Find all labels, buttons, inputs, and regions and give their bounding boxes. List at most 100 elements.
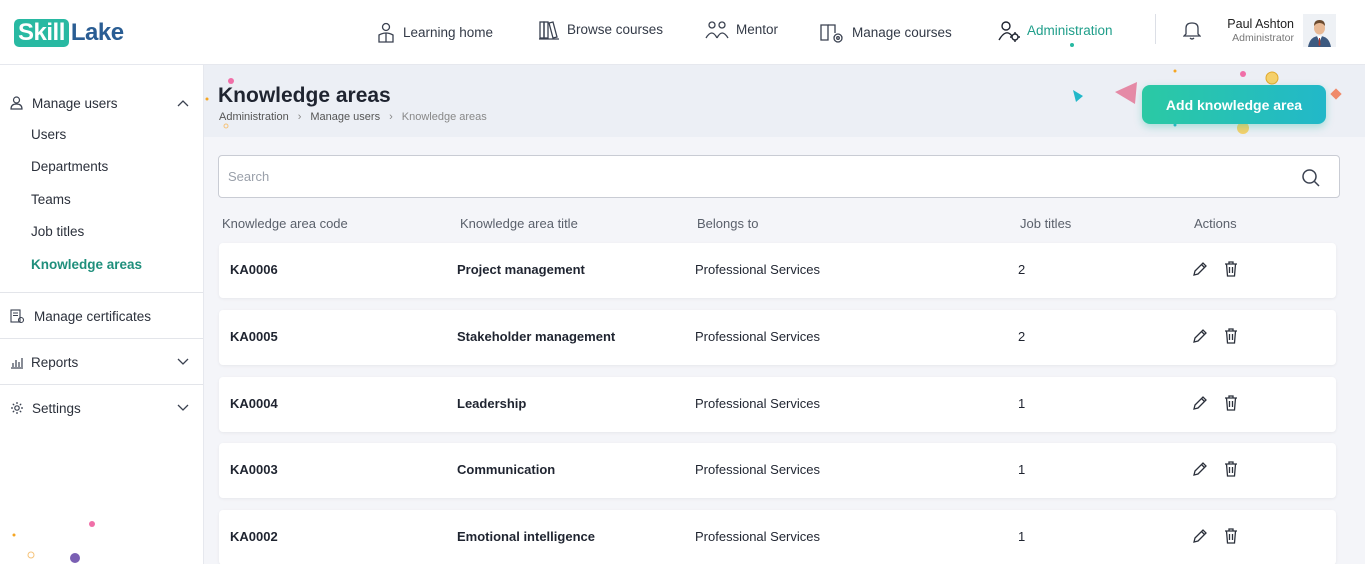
table-row[interactable]: KA0004 Leadership Professional Services … [219, 377, 1336, 432]
sidebar-settings[interactable]: Settings [0, 399, 203, 417]
sidebar-manage-users[interactable]: Manage users [0, 94, 203, 112]
edit-icon[interactable] [1192, 528, 1208, 544]
cell-belongs-to: Professional Services [695, 396, 820, 411]
reports-icon [11, 357, 23, 369]
sidebar-item-departments[interactable]: Departments [31, 159, 108, 174]
sidebar-section-label: Manage users [32, 95, 118, 111]
breadcrumb-manage-users[interactable]: Manage users [310, 111, 380, 123]
cell-code: KA0004 [230, 396, 278, 411]
breadcrumb-separator: › [389, 111, 393, 123]
sidebar-item-job-titles[interactable]: Job titles [31, 224, 84, 239]
nav-label: Mentor [736, 22, 779, 37]
chevron-down-icon[interactable] [177, 358, 189, 366]
nav-browse-courses[interactable]: Browse courses [538, 0, 663, 62]
sidebar-section-label: Manage certificates [34, 308, 152, 324]
cell-belongs-to: Professional Services [695, 329, 820, 344]
sidebar-manage-certificates[interactable]: Manage certificates [0, 307, 203, 325]
cell-job-titles: 1 [1018, 462, 1026, 477]
skilllake-logo[interactable]: Skill Lake [14, 19, 124, 47]
edit-icon[interactable] [1192, 395, 1208, 411]
mentor-icon [705, 20, 729, 38]
cell-job-titles: 1 [1018, 396, 1026, 411]
nav-manage-courses[interactable]: Manage courses [820, 0, 952, 65]
user-role: Administrator [1232, 32, 1294, 44]
user-name[interactable]: Paul Ashton [1227, 17, 1294, 31]
cell-title: Communication [457, 462, 556, 477]
sidebar-divider [0, 384, 203, 385]
cell-title: Project management [457, 262, 585, 277]
delete-icon[interactable] [1224, 261, 1238, 277]
cell-title: Leadership [457, 396, 527, 411]
nav-learning-home[interactable]: Learning home [376, 0, 493, 65]
top-bar: Skill Lake Learning home Browse courses M… [0, 0, 1365, 65]
cell-job-titles: 2 [1018, 262, 1026, 277]
manage-courses-icon [820, 23, 843, 43]
edit-icon[interactable] [1192, 461, 1208, 477]
books-icon [539, 20, 559, 40]
column-header-title[interactable]: Knowledge area title [460, 216, 578, 231]
cell-belongs-to: Professional Services [695, 262, 820, 277]
gear-icon [11, 402, 23, 414]
sidebar: Manage users Users Departments Teams Job… [0, 65, 204, 564]
cell-title: Stakeholder management [457, 329, 616, 344]
table-row[interactable]: KA0003 Communication Professional Servic… [219, 443, 1336, 498]
cell-belongs-to: Professional Services [695, 462, 820, 477]
learning-home-icon [378, 22, 394, 43]
sidebar-item-teams[interactable]: Teams [31, 192, 71, 207]
table-row[interactable]: KA0002 Emotional intelligence Profession… [219, 510, 1336, 564]
delete-icon[interactable] [1224, 461, 1238, 477]
column-header-code[interactable]: Knowledge area code [222, 216, 348, 231]
edit-icon[interactable] [1192, 328, 1208, 344]
cell-title: Emotional intelligence [457, 529, 595, 544]
nav-mentor[interactable]: Mentor [705, 0, 778, 62]
sidebar-divider [0, 338, 203, 339]
nav-label: Browse courses [567, 22, 664, 37]
cell-belongs-to: Professional Services [695, 529, 820, 544]
cell-code: KA0006 [230, 262, 278, 277]
nav-label: Manage courses [852, 25, 952, 40]
chevron-up-icon[interactable] [177, 99, 189, 107]
delete-icon[interactable] [1224, 395, 1238, 411]
edit-icon[interactable] [1192, 261, 1208, 277]
bell-icon[interactable] [1183, 20, 1201, 40]
admin-icon [998, 20, 1020, 42]
search-input[interactable] [228, 166, 1288, 186]
add-knowledge-area-button[interactable]: Add knowledge area [1142, 85, 1326, 124]
cell-job-titles: 2 [1018, 329, 1026, 344]
logo-skill: Skill [14, 19, 69, 47]
table-row[interactable]: KA0006 Project management Professional S… [219, 243, 1336, 298]
nav-label: Administration [1027, 23, 1113, 38]
active-indicator-dot [1070, 43, 1074, 47]
table-row[interactable]: KA0005 Stakeholder management Profession… [219, 310, 1336, 365]
header-divider [1155, 14, 1156, 44]
sidebar-section-label: Reports [31, 354, 79, 370]
search-box [218, 155, 1340, 198]
search-icon[interactable] [1301, 168, 1321, 188]
avatar[interactable] [1303, 14, 1336, 47]
page-title: Knowledge areas [218, 84, 391, 107]
sidebar-section-label: Settings [32, 400, 81, 416]
user-icon [10, 96, 23, 110]
delete-icon[interactable] [1224, 328, 1238, 344]
logo-lake: Lake [70, 19, 124, 46]
sidebar-reports[interactable]: Reports [0, 353, 203, 371]
sidebar-divider [0, 292, 203, 293]
certificate-icon [10, 308, 25, 323]
cell-code: KA0003 [230, 462, 278, 477]
sidebar-item-users[interactable]: Users [31, 127, 66, 142]
breadcrumb-administration[interactable]: Administration [219, 111, 289, 123]
column-header-actions: Actions [1194, 216, 1237, 231]
chevron-down-icon[interactable] [177, 404, 189, 412]
cell-code: KA0002 [230, 529, 278, 544]
sidebar-item-knowledge-areas[interactable]: Knowledge areas [31, 257, 142, 272]
column-header-belongs-to[interactable]: Belongs to [697, 216, 758, 231]
cell-job-titles: 1 [1018, 529, 1026, 544]
delete-icon[interactable] [1224, 528, 1238, 544]
cell-code: KA0005 [230, 329, 278, 344]
breadcrumb: Administration › Manage users › Knowledg… [219, 111, 487, 123]
nav-label: Learning home [403, 25, 494, 40]
nav-administration[interactable]: Administration [998, 0, 1113, 63]
decorative-dots [12, 521, 95, 563]
breadcrumb-knowledge-areas: Knowledge areas [401, 111, 487, 123]
column-header-job-titles[interactable]: Job titles [1020, 216, 1071, 231]
